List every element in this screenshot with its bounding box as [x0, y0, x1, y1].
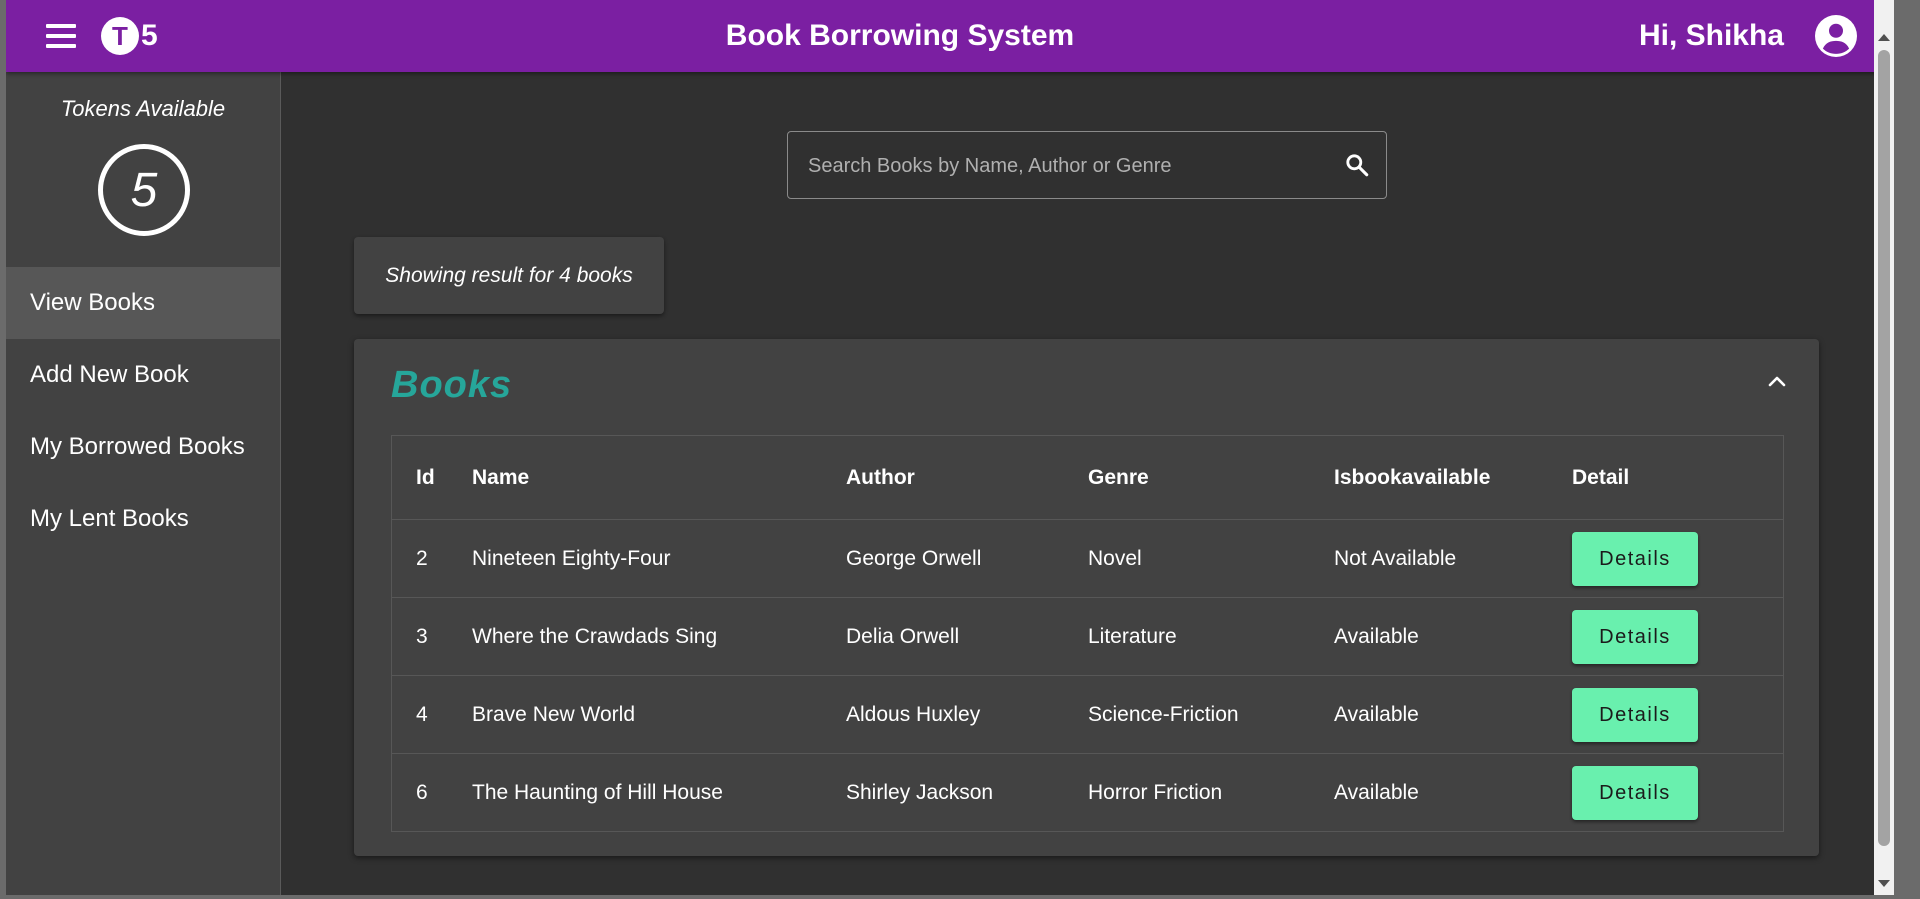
table-row: 3 Where the Crawdads Sing Delia Orwell L… — [392, 597, 1783, 676]
account-circle-icon[interactable] — [1815, 15, 1857, 57]
search-input[interactable] — [806, 132, 1330, 200]
cell-availability: Available — [1334, 675, 1572, 754]
search-field[interactable] — [787, 131, 1387, 200]
cell-name: Where the Crawdads Sing — [472, 597, 846, 676]
cell-author: Delia Orwell — [846, 597, 1088, 676]
details-button[interactable]: Details — [1572, 531, 1698, 586]
sidebar-nav: View Books Add New Book My Borrowed Book… — [6, 267, 280, 555]
cell-availability: Available — [1334, 597, 1572, 676]
sidebar-item-view-books[interactable]: View Books — [6, 267, 280, 339]
column-header-detail: Detail — [1572, 436, 1783, 520]
details-button[interactable]: Details — [1572, 765, 1698, 820]
result-count-text: Showing result for 4 books — [354, 237, 664, 314]
cell-detail: Details — [1572, 754, 1783, 832]
sidebar-item-my-borrowed-books[interactable]: My Borrowed Books — [6, 411, 280, 483]
column-header-availability: Isbookavailable — [1334, 436, 1572, 520]
app-window: T 5 Book Borrowing System Hi, Shikha Tok… — [6, 0, 1894, 895]
sidebar-item-my-lent-books[interactable]: My Lent Books — [6, 483, 280, 555]
app-title: Book Borrowing System — [725, 19, 1075, 52]
cell-detail: Details — [1572, 519, 1783, 598]
top-app-bar: T 5 Book Borrowing System Hi, Shikha — [6, 0, 1894, 72]
cell-genre: Horror Friction — [1088, 780, 1223, 804]
books-panel: Books Id Name Author Genre Isbookavailab… — [354, 339, 1819, 856]
column-header-author: Author — [846, 436, 1088, 520]
column-header-name: Name — [472, 436, 846, 520]
cell-id: 3 — [392, 597, 472, 676]
column-header-genre: Genre — [1088, 436, 1334, 520]
cell-name: Brave New World — [472, 675, 846, 754]
table-row: 6 The Haunting of Hill House Shirley Jac… — [392, 754, 1783, 832]
details-button[interactable]: Details — [1572, 609, 1698, 664]
cell-id: 2 — [392, 519, 472, 598]
tokens-label: Tokens Available — [60, 96, 226, 121]
user-greeting: Hi, Shikha — [1638, 19, 1784, 52]
table-row: 2 Nineteen Eighty-Four George Orwell Nov… — [392, 519, 1783, 598]
cell-name: The Haunting of Hill House — [472, 780, 723, 804]
table-header-row: Id Name Author Genre Isbookavailable Det… — [392, 436, 1783, 520]
vertical-scrollbar[interactable] — [1874, 0, 1894, 895]
column-header-id: Id — [392, 436, 472, 520]
cell-author: Shirley Jackson — [846, 780, 994, 804]
cell-id: 4 — [392, 675, 472, 754]
cell-genre: Novel — [1088, 519, 1334, 598]
cell-name: Nineteen Eighty-Four — [472, 519, 846, 598]
chevron-up-icon[interactable] — [1765, 370, 1789, 394]
books-table: Id Name Author Genre Isbookavailable Det… — [391, 435, 1784, 832]
search-icon[interactable] — [1344, 152, 1370, 178]
cell-author: Aldous Huxley — [846, 675, 1088, 754]
tokens-count: 5 — [98, 144, 190, 236]
scroll-up-icon[interactable] — [1878, 34, 1890, 41]
cell-author: George Orwell — [846, 519, 1088, 598]
cell-genre: Literature — [1088, 597, 1334, 676]
cell-genre: Science-Friction — [1088, 675, 1334, 754]
scrollbar-thumb[interactable] — [1878, 50, 1890, 846]
cell-detail: Details — [1572, 675, 1783, 754]
cell-detail: Details — [1572, 597, 1783, 676]
books-panel-title: Books — [391, 364, 513, 406]
cell-availability: Not Available — [1334, 519, 1572, 598]
scroll-down-icon[interactable] — [1878, 880, 1890, 887]
cell-availability: Available — [1334, 780, 1419, 804]
details-button[interactable]: Details — [1572, 687, 1698, 742]
sidebar: Tokens Available 5 View Books Add New Bo… — [6, 72, 281, 895]
sidebar-item-add-new-book[interactable]: Add New Book — [6, 339, 280, 411]
cell-id: 6 — [416, 780, 428, 804]
table-row: 4 Brave New World Aldous Huxley Science-… — [392, 675, 1783, 754]
